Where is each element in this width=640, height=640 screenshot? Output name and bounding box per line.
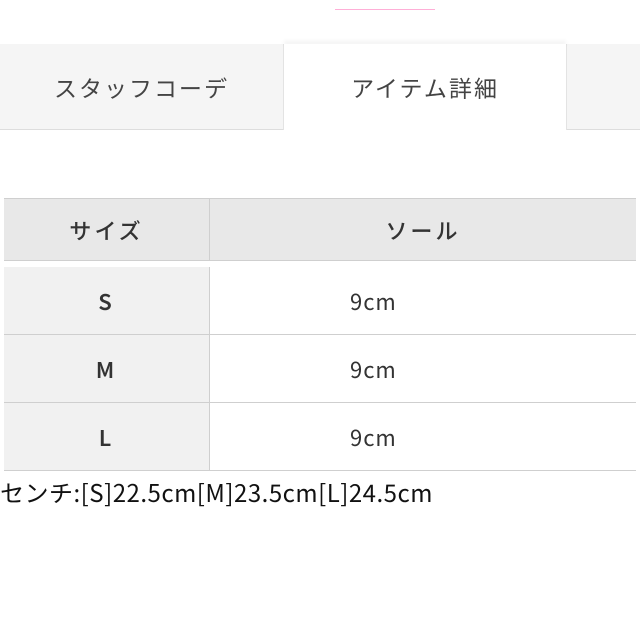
cell-size: S bbox=[4, 267, 210, 335]
cell-sole: 9cm bbox=[210, 267, 636, 335]
size-table: サイズ ソール S 9cm M 9cm L 9cm bbox=[4, 198, 636, 471]
cell-size: M bbox=[4, 335, 210, 403]
tab-staff-coord[interactable]: スタッフコーデ bbox=[0, 44, 283, 130]
tab-bar: スタッフコーデ アイテム詳細 bbox=[0, 44, 640, 130]
centimeter-map-line: センチ:[S]22.5cm[M]23.5cm[L]24.5cm bbox=[0, 474, 640, 509]
cell-sole: 9cm bbox=[210, 403, 636, 471]
decorative-accent bbox=[335, 4, 435, 10]
product-detail-page: スタッフコーデ アイテム詳細 サイズ ソール S 9cm M 9cm L 9cm… bbox=[0, 0, 640, 640]
tab-item-detail[interactable]: アイテム詳細 bbox=[283, 44, 567, 130]
cell-size: L bbox=[4, 403, 210, 471]
tab-overflow-area bbox=[567, 44, 640, 130]
table-header-row: サイズ ソール bbox=[4, 199, 636, 267]
table-row: M 9cm bbox=[4, 335, 636, 403]
header-sole: ソール bbox=[210, 199, 636, 261]
table-row: L 9cm bbox=[4, 403, 636, 471]
cell-sole: 9cm bbox=[210, 335, 636, 403]
table-row: S 9cm bbox=[4, 267, 636, 335]
header-size: サイズ bbox=[4, 199, 210, 261]
